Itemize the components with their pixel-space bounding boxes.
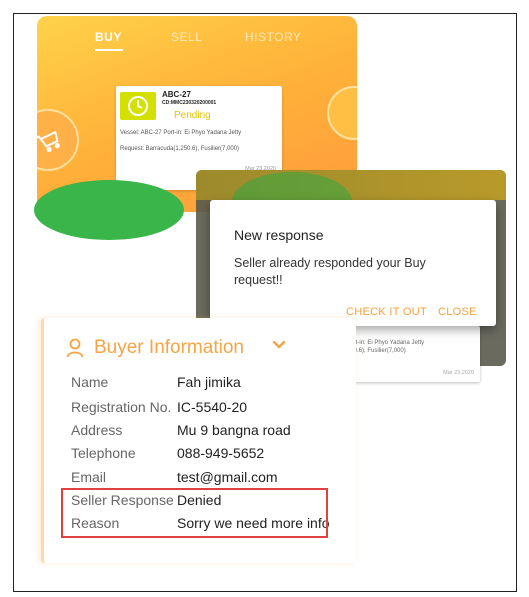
value-email: test@gmail.com bbox=[177, 469, 278, 485]
row-telephone: Telephone 088-949-5652 bbox=[71, 445, 264, 461]
value-registration: IC-5540-20 bbox=[177, 399, 248, 415]
tab-buy[interactable]: BUY bbox=[95, 30, 122, 44]
close-button[interactable]: CLOSE bbox=[438, 306, 477, 318]
check-it-out-button[interactable]: CHECK IT OUT bbox=[346, 306, 427, 318]
response-highlight-box bbox=[61, 488, 328, 538]
value-address: Mu 9 bangna road bbox=[177, 422, 291, 438]
order-id: ABC-27 bbox=[162, 90, 191, 99]
chevron-down-icon[interactable] bbox=[272, 340, 286, 350]
tab-history[interactable]: HISTORY bbox=[245, 30, 301, 44]
row-address: Address Mu 9 bangna road bbox=[71, 422, 291, 438]
decorative-arc bbox=[34, 180, 184, 240]
order-vessel: Vessel: ABC-27 Port-in: Ei Phyo Yadana J… bbox=[120, 130, 242, 136]
row-name: Name Fah jimika bbox=[71, 374, 241, 390]
buyer-info-title: Buyer Information bbox=[94, 337, 244, 358]
user-icon bbox=[66, 338, 84, 358]
dialog-message: Seller already responded your Buy reques… bbox=[234, 256, 426, 287]
buyer-info-header[interactable]: Buyer Information bbox=[66, 336, 244, 360]
order-code: CD:MMC230320200001 bbox=[162, 100, 217, 106]
value-name: Fah jimika bbox=[177, 374, 241, 390]
bg-card-date: Mar 23,2020 bbox=[443, 370, 474, 376]
row-registration: Registration No. IC-5540-20 bbox=[71, 399, 247, 415]
label-email: Email bbox=[71, 469, 107, 485]
order-request: Request: Barracuda(1,250.6), Fusilier(7,… bbox=[120, 146, 240, 152]
value-telephone: 088-949-5652 bbox=[177, 445, 265, 461]
label-name: Name bbox=[71, 374, 109, 390]
tab-active-indicator bbox=[95, 49, 123, 51]
row-email: Email test@gmail.com bbox=[71, 469, 278, 485]
cart-icon bbox=[37, 130, 60, 153]
clock-icon bbox=[128, 96, 148, 116]
response-dialog: New response Seller already responded yo… bbox=[210, 200, 496, 326]
side-action-button[interactable] bbox=[327, 86, 357, 140]
clock-icon-box bbox=[120, 92, 156, 120]
dialog-title: New response bbox=[234, 227, 324, 243]
label-address: Address bbox=[71, 422, 123, 438]
tab-bar: BUY SELL HISTORY bbox=[37, 24, 357, 52]
label-registration: Registration No. bbox=[71, 399, 172, 415]
label-telephone: Telephone bbox=[71, 445, 136, 461]
cart-button[interactable] bbox=[37, 109, 79, 171]
tab-sell[interactable]: SELL bbox=[171, 30, 202, 44]
order-status: Pending bbox=[174, 110, 211, 121]
